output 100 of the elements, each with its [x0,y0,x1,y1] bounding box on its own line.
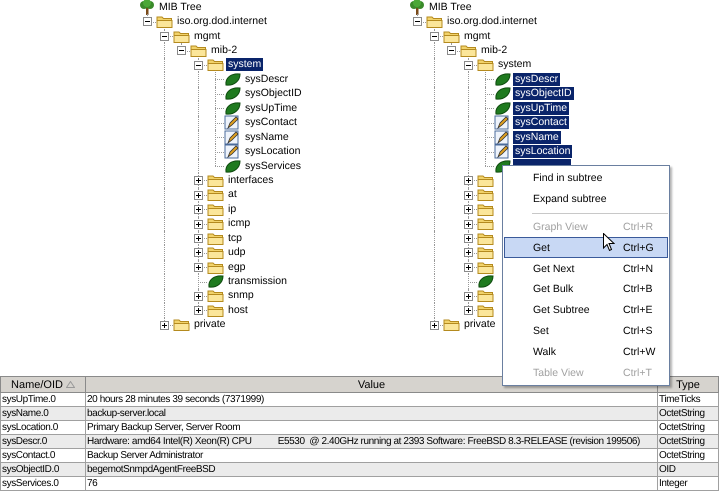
tree-icon [409,0,425,16]
folder-icon [207,202,224,217]
tree-node[interactable]: transmission [226,275,289,288]
tree-node[interactable]: sysObjectID [243,87,304,100]
collapse-icon[interactable] [143,17,152,26]
tree-node[interactable]: host [226,304,250,317]
collapse-icon[interactable] [430,32,439,41]
table-cell: Hardware: amd64 Intel(R) Xeon(R) CPU E5530 @ 2.40GHz running at 2393 Software: FreeBSD 8.3-RELEASE (revision 199506) [86,434,658,448]
tree-node[interactable]: iso.org.dod.internet [445,15,539,28]
tree-node[interactable]: private [462,318,498,332]
tree-node[interactable]: sysServices [243,160,304,173]
expand-icon[interactable] [464,176,473,186]
menu-item[interactable]: Get Next Ctrl+N [504,258,668,279]
leaf-icon [494,100,511,116]
folder-icon [207,230,224,246]
tree-node[interactable]: iso.org.dod.internet [175,15,269,28]
expand-icon[interactable] [194,234,203,243]
tree-root-label[interactable]: MIB Tree [157,0,204,14]
menu-item[interactable]: Find in subtree [504,168,668,189]
expand-icon[interactable] [194,262,203,272]
expand-icon[interactable] [194,205,203,214]
leaf-icon [224,72,241,87]
folder-icon [207,288,224,304]
expand-icon[interactable] [464,248,473,258]
tree-node[interactable]: egp [226,260,248,274]
table-cell: 76 [86,476,658,490]
menu-item[interactable]: Get Bulk Ctrl+B [504,278,668,300]
tree-node[interactable]: interfaces [226,174,276,187]
tree-node[interactable]: ip [226,202,238,216]
collapse-icon[interactable] [177,46,186,56]
pen-icon [224,115,241,130]
tree-node[interactable]: sysDescr [243,72,290,86]
expand-icon[interactable] [194,220,203,229]
column-header[interactable]: Name/OID [0,376,86,392]
expand-icon[interactable] [464,306,473,316]
expand-icon[interactable] [464,262,473,272]
tree-node[interactable]: sysDescr [513,72,560,86]
folder-icon [477,230,494,246]
tree-node[interactable]: sysLocation [243,145,302,158]
folder-icon [173,317,190,332]
tree-node[interactable]: sysContact [243,116,299,130]
table-cell: OctetString [658,406,718,420]
tree-node[interactable]: system [496,58,534,72]
expand-icon[interactable] [464,234,473,243]
folder-icon [207,260,224,275]
expand-icon[interactable] [194,292,203,301]
tree-node[interactable]: udp [226,246,248,260]
folder-icon [477,245,494,260]
tree-node[interactable]: mib-2 [479,44,510,58]
expand-icon[interactable] [464,220,473,229]
tree-node[interactable]: snmp [226,289,256,302]
tree-node[interactable]: tcp [226,232,244,245]
leaf-icon [494,72,511,87]
collapse-icon[interactable] [464,60,473,70]
tree-node[interactable]: mgmt [462,30,492,43]
tree-node[interactable]: at [226,188,239,202]
expand-icon[interactable] [194,248,203,258]
tree-node[interactable]: mib-2 [209,44,240,58]
tree-node[interactable]: sysLocation [513,145,572,158]
leaf-icon [224,86,241,102]
tree-node[interactable]: sysUpTime [243,102,300,115]
pointer-cursor-icon [603,233,615,252]
expand-icon[interactable] [160,320,169,330]
tree-node[interactable]: sysUpTime [513,102,570,115]
collapse-icon[interactable] [447,46,456,56]
tree-node[interactable]: icmp [226,217,252,230]
folder-icon [477,202,494,217]
collapse-icon[interactable] [413,17,422,26]
expand-icon[interactable] [430,320,439,330]
folder-icon [477,302,494,318]
menu-item[interactable]: Expand subtree [504,188,668,210]
folder-icon [443,317,460,332]
tree-node[interactable]: sysContact [513,116,569,130]
expand-icon[interactable] [194,190,203,200]
tree-root-label[interactable]: MIB Tree [427,0,474,14]
pen-icon [494,115,511,130]
menu-item[interactable]: Get Subtree Ctrl+E [504,300,668,321]
folder-icon [477,260,494,275]
tree-node[interactable]: private [192,318,228,332]
tree-node[interactable]: sysObjectID [513,87,574,100]
folder-icon [460,43,477,58]
table-cell: backup-server.local [86,406,658,420]
expand-icon[interactable] [464,205,473,214]
expand-icon[interactable] [194,176,203,186]
expand-icon[interactable] [464,292,473,301]
tree-node[interactable]: mgmt [192,30,222,43]
collapse-icon[interactable] [194,60,203,70]
menu-item[interactable]: Get Ctrl+G [504,237,668,258]
tree-node[interactable]: sysName [243,130,291,144]
folder-icon [477,187,494,202]
menu-item[interactable]: Set Ctrl+S [504,320,668,342]
menu-item[interactable]: Walk Ctrl+W [504,341,668,362]
tree-node[interactable]: sysName [513,130,561,144]
pen-icon [224,130,241,145]
expand-icon[interactable] [194,306,203,316]
expand-icon[interactable] [464,190,473,200]
table-cell: sysServices.0 [0,476,86,490]
tree-node[interactable]: system [226,58,264,72]
collapse-icon[interactable] [160,32,169,41]
folder-icon [477,216,494,232]
